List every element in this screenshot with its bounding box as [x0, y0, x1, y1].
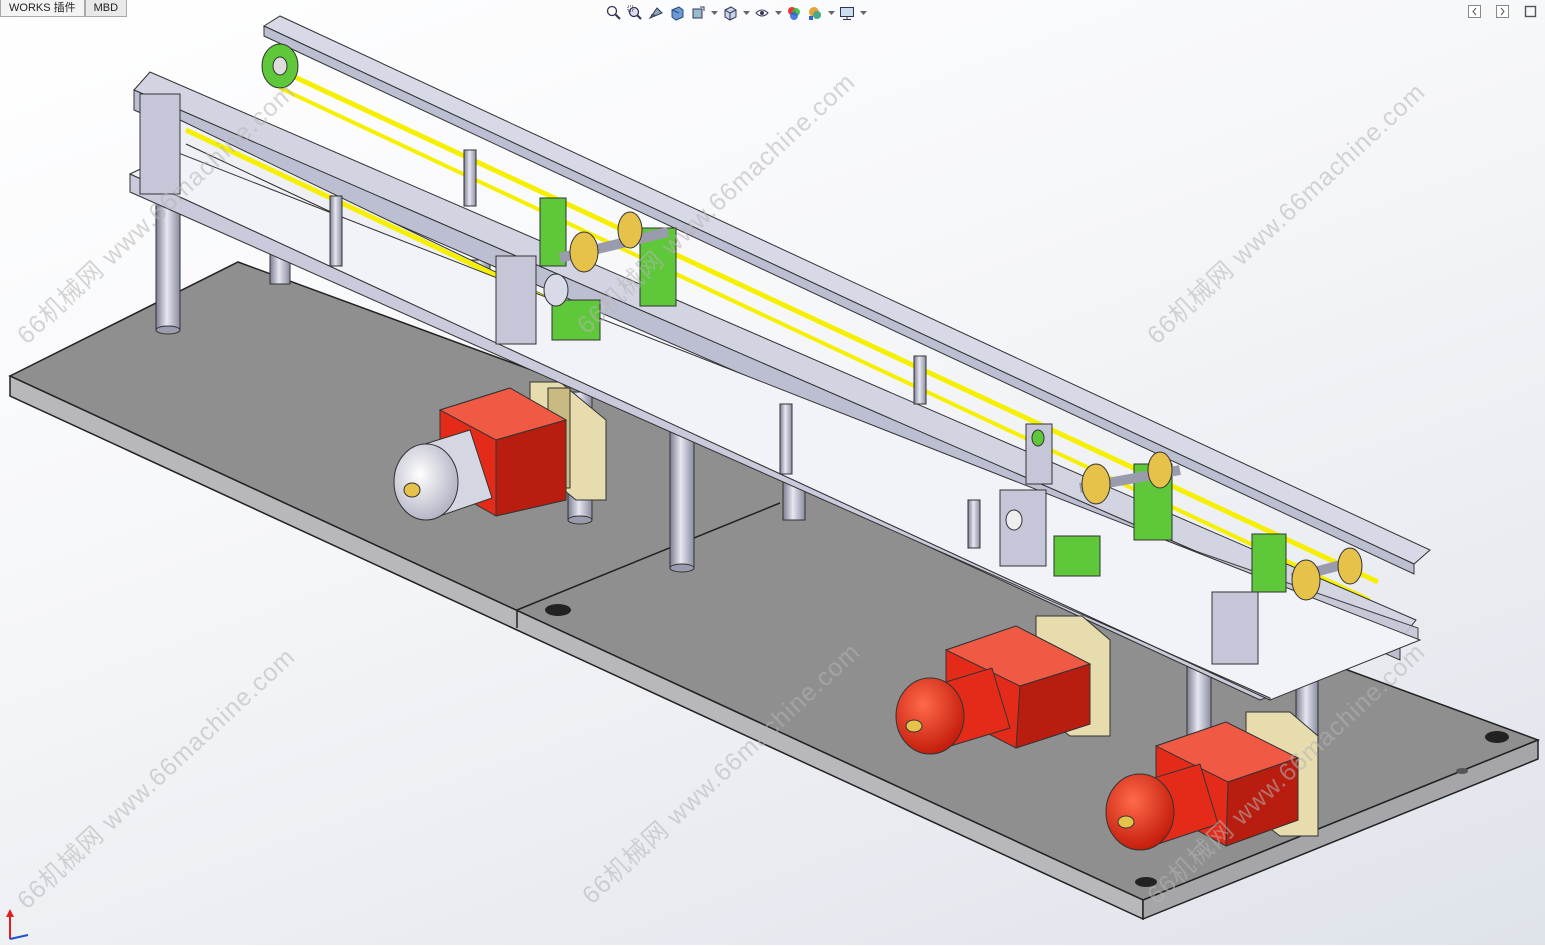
section-view-icon[interactable] — [668, 4, 686, 22]
heads-up-view-toolbar — [605, 2, 867, 24]
tab-mbd[interactable]: MBD — [84, 0, 128, 17]
chevron-down-icon[interactable] — [827, 4, 835, 22]
chevron-down-icon[interactable] — [774, 4, 782, 22]
display-style-icon[interactable] — [753, 4, 771, 22]
chevron-down-icon[interactable] — [710, 4, 718, 22]
zoom-to-area-icon[interactable] — [626, 4, 644, 22]
chevron-down-icon[interactable] — [742, 4, 750, 22]
view-orientation-icon[interactable] — [721, 4, 739, 22]
viewport-window-controls — [1467, 4, 1537, 18]
tile-right-icon[interactable] — [1495, 4, 1509, 18]
axis-triad-icon — [2, 905, 32, 946]
edit-appearance-icon[interactable] — [806, 4, 824, 22]
command-tabs: WORKS 插件 MBD — [0, 0, 128, 17]
tile-left-icon[interactable] — [1467, 4, 1481, 18]
chevron-down-icon[interactable] — [859, 4, 867, 22]
dynamic-annotation-view-icon[interactable] — [689, 4, 707, 22]
tab-solidworks-addins[interactable]: WORKS 插件 — [0, 0, 85, 17]
previous-view-icon[interactable] — [647, 4, 665, 22]
hide-show-items-icon[interactable] — [785, 4, 803, 22]
view-settings-icon[interactable] — [838, 4, 856, 22]
graphics-viewport[interactable]: WORKS 插件 MBD 66机械网 www.66machine.com 66机… — [0, 0, 1545, 945]
zoom-to-fit-icon[interactable] — [605, 4, 623, 22]
maximize-icon[interactable] — [1523, 4, 1537, 18]
